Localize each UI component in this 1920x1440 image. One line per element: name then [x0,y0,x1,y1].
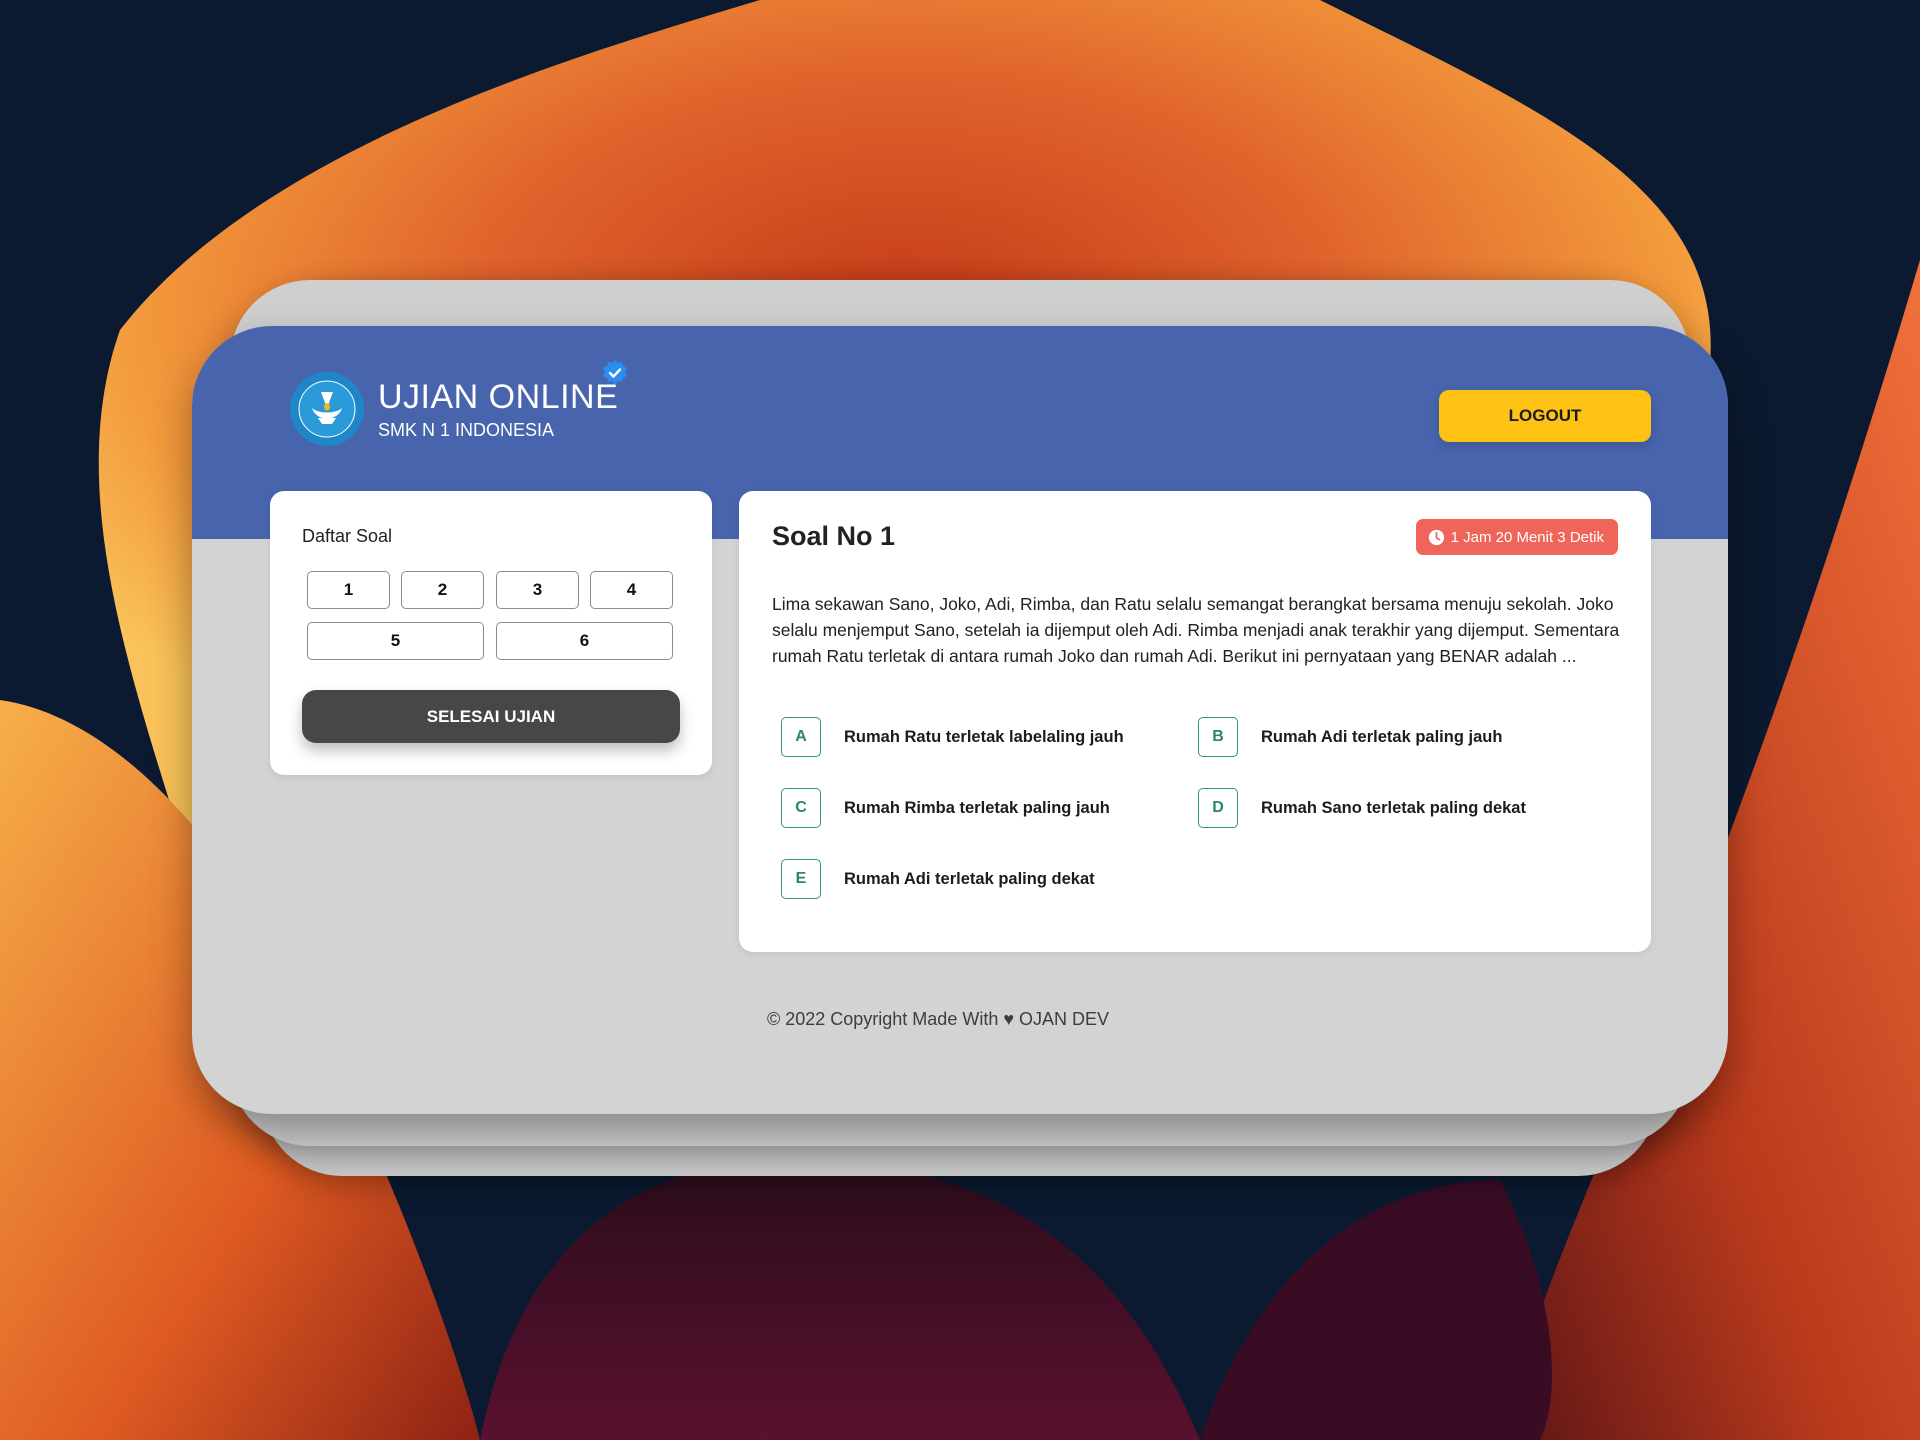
question-number-button[interactable]: 2 [401,571,484,609]
answer-option-e[interactable]: E Rumah Adi terletak paling dekat [781,859,1095,899]
question-list-card: Daftar Soal 1 2 3 4 5 6 SELESAI UJIAN [270,491,712,775]
brand-text: UJIAN ONLINE SMK N 1 INDONESIA [378,360,627,441]
countdown-timer: 1 Jam 20 Menit 3 Detik [1415,519,1618,555]
answer-option-a[interactable]: A Rumah Ratu terletak labelaling jauh [781,717,1124,757]
clock-icon [1428,529,1444,545]
answer-option-d[interactable]: D Rumah Sano terletak paling dekat [1198,788,1526,828]
option-text: Rumah Sano terletak paling dekat [1261,798,1526,817]
option-letter: C [781,788,821,828]
tut-wuri-handayani-logo [290,372,364,446]
question-heading: Soal No 1 [772,521,896,551]
question-number-button[interactable]: 1 [307,571,390,609]
timer-text: 1 Jam 20 Menit 3 Detik [1450,528,1604,546]
option-text: Rumah Rimba terletak paling jauh [844,798,1110,817]
option-text: Rumah Ratu terletak labelaling jauh [844,727,1124,746]
footer: © 2022 Copyright Made With ♥ OJAN DEV [192,1009,1728,1030]
option-letter: E [781,859,821,899]
question-number-button[interactable]: 4 [590,571,673,609]
question-text: Lima sekawan Sano, Joko, Adi, Rimba, dan… [772,594,1620,666]
school-name: SMK N 1 INDONESIA [378,420,555,440]
question-number-button[interactable]: 6 [496,622,673,660]
option-text: Rumah Adi terletak paling jauh [1261,727,1503,746]
option-letter: A [781,717,821,757]
verified-badge-icon [603,360,627,385]
question-card: Soal No 1 1 Jam 20 Menit 3 Detik Lima se… [739,491,1651,952]
option-text: Rumah Adi terletak paling dekat [844,869,1095,888]
brand: UJIAN ONLINE SMK N 1 INDONESIA [290,360,627,446]
exam-app-window: UJIAN ONLINE SMK N 1 INDONESIA LOGOUT Da… [192,326,1728,1114]
question-number-button[interactable]: 3 [496,571,579,609]
app-title: UJIAN ONLINE [378,378,619,416]
question-list-title: Daftar Soal [302,526,393,546]
question-number-button[interactable]: 5 [307,622,484,660]
option-letter: B [1198,717,1238,757]
logout-button[interactable]: LOGOUT [1439,390,1651,442]
copyright-text: © 2022 Copyright Made With ♥ OJAN DEV [766,1009,1110,1029]
answer-option-c[interactable]: C Rumah Rimba terletak paling jauh [781,788,1110,828]
answer-option-b[interactable]: B Rumah Adi terletak paling jauh [1198,717,1502,757]
finish-exam-button[interactable]: SELESAI UJIAN [302,690,680,743]
option-letter: D [1198,788,1238,828]
